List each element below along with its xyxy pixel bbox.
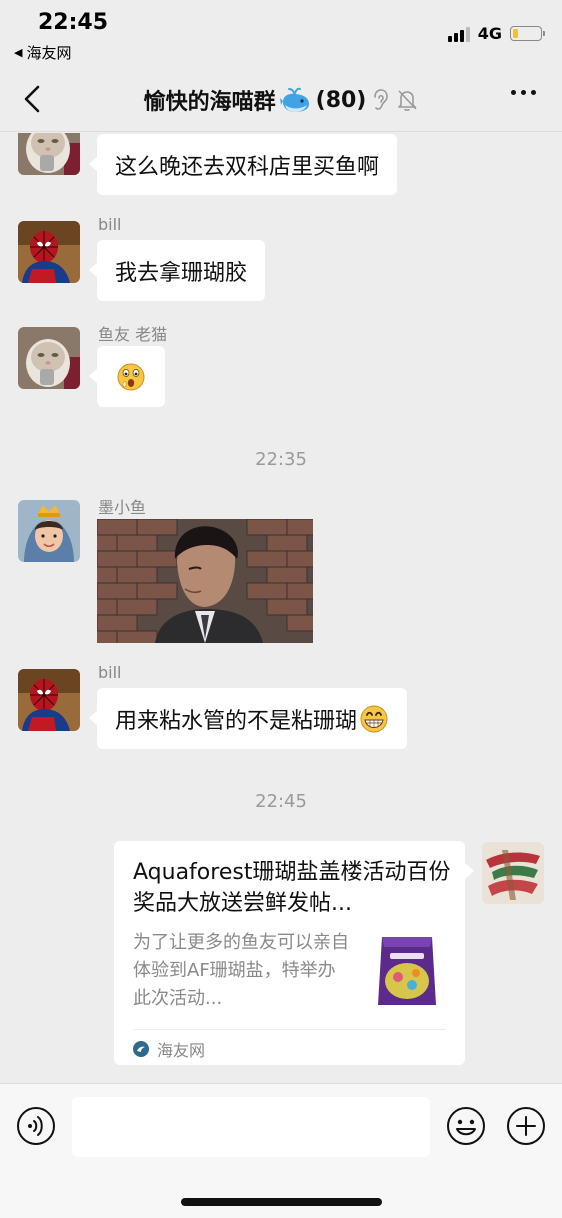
- image-message[interactable]: [97, 519, 313, 643]
- status-indicators: 4G: [447, 24, 545, 43]
- network-type: 4G: [477, 24, 502, 43]
- whale-emoji-icon: [279, 87, 309, 112]
- battery-icon: [510, 26, 545, 41]
- status-bar: 22:45 ◀ 海友网 4G: [0, 0, 562, 68]
- member-count: (80): [315, 87, 367, 113]
- voice-icon[interactable]: [16, 1106, 56, 1146]
- sender-name: 鱼友 老猫: [98, 325, 168, 344]
- source-app-icon: [133, 1041, 149, 1057]
- ear-icon: [374, 89, 389, 110]
- timestamp: 22:35: [255, 449, 307, 470]
- sender-name: 墨小鱼: [98, 498, 147, 517]
- message-text: 我去拿珊瑚胶: [115, 260, 248, 286]
- emoji-icon[interactable]: [446, 1106, 486, 1146]
- message-bubble[interactable]: 用来粘水管的不是粘珊瑚: [88, 688, 408, 749]
- battery-level: [513, 29, 519, 38]
- home-indicator[interactable]: [181, 1198, 382, 1206]
- avatar-spiderman[interactable]: [18, 669, 80, 731]
- avatar-spiderman[interactable]: [18, 221, 80, 283]
- link-card[interactable]: Aquaforest珊瑚盐盖楼活动百份奖品大放送尝鲜发帖... 为了让更多的鱼友…: [114, 841, 474, 1065]
- sender-name: bill: [98, 215, 122, 234]
- message-text: 用来粘水管的不是粘珊瑚: [115, 708, 358, 734]
- back-to-app[interactable]: ◀ 海友网: [14, 42, 71, 63]
- back-triangle-icon: ◀: [14, 46, 23, 59]
- chat-area[interactable]: 这么晚还去双科店里买鱼啊 bill 我去拿珊瑚胶 鱼友 老猫 22:35 墨小鱼…: [0, 133, 562, 1083]
- astonished-face-icon: [117, 363, 145, 390]
- signal-icon: [447, 26, 470, 42]
- timestamp: 22:45: [255, 791, 307, 812]
- sender-name: bill: [98, 663, 122, 682]
- mute-bell-icon: [398, 90, 417, 111]
- more-icon[interactable]: [511, 90, 536, 95]
- avatar-cat[interactable]: [18, 327, 80, 389]
- chat-title: 愉快的海喵群 (80): [0, 84, 562, 116]
- chat-header: 愉快的海喵群 (80): [0, 68, 562, 132]
- link-card-divider: [133, 1029, 446, 1030]
- message-bubble[interactable]: [89, 346, 165, 407]
- message-bubble[interactable]: 这么晚还去双科店里买鱼啊: [88, 134, 398, 195]
- product-thumbnail: [370, 931, 444, 1011]
- avatar-me[interactable]: [482, 842, 544, 904]
- plus-icon[interactable]: [506, 1106, 546, 1146]
- group-name: 愉快的海喵群: [143, 90, 276, 115]
- link-card-title: Aquaforest珊瑚盐盖楼活动百份奖品大放送尝鲜发帖...: [133, 860, 451, 916]
- back-app-label: 海友网: [26, 44, 72, 62]
- avatar-cat[interactable]: [18, 133, 80, 175]
- link-card-source: 海友网: [133, 1037, 205, 1061]
- source-name: 海友网: [157, 1041, 206, 1060]
- status-time: 22:45: [38, 10, 109, 35]
- message-text: 这么晚还去双科店里买鱼啊: [115, 154, 380, 180]
- avatar-girl[interactable]: [18, 500, 80, 562]
- message-bubble[interactable]: 我去拿珊瑚胶: [88, 240, 266, 301]
- man-in-suit-photo: [97, 519, 313, 643]
- link-card-description: 为了让更多的鱼友可以亲自体验到AF珊瑚盐，特举办此次活动...: [133, 932, 349, 1009]
- message-input[interactable]: [72, 1097, 430, 1157]
- grinning-face-icon: [360, 705, 388, 732]
